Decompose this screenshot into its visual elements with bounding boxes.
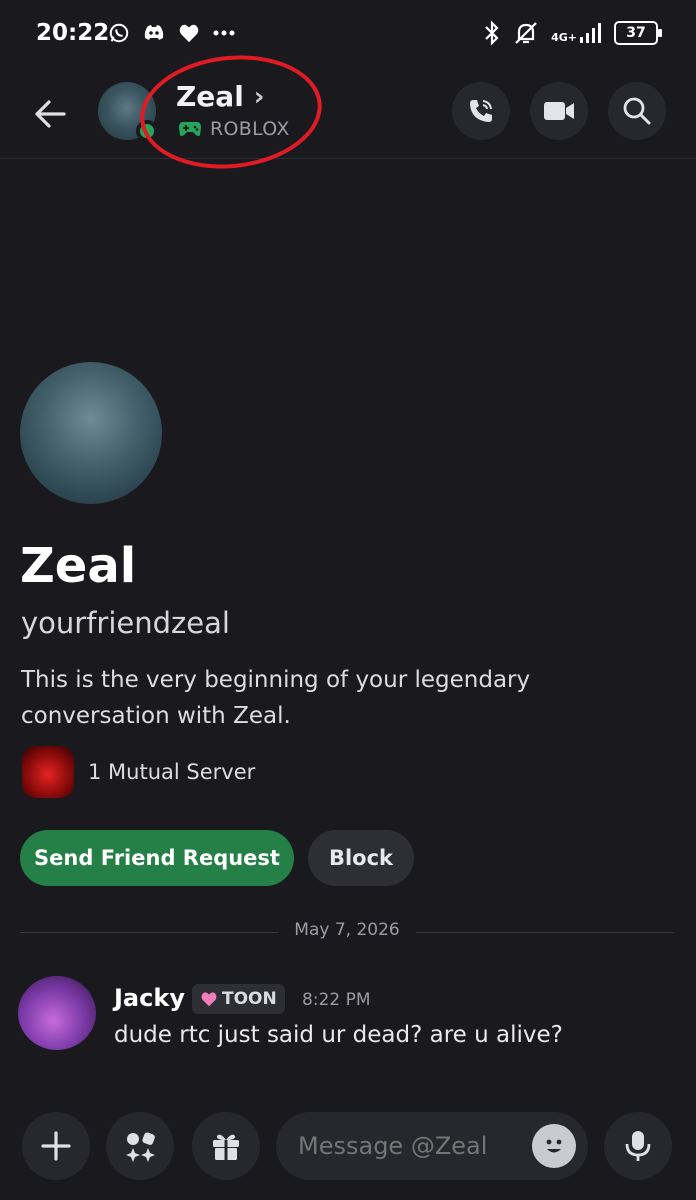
voice-call-button[interactable]	[452, 82, 510, 140]
send-friend-request-button[interactable]: Send Friend Request	[20, 830, 294, 886]
conversation-start-text: This is the very beginning of your legen…	[21, 667, 531, 729]
phone-call-icon	[470, 100, 492, 122]
message-timestamp: 8:22 PM	[302, 990, 371, 1010]
network-indicator: 4G+	[551, 23, 602, 43]
mutual-servers-label: 1 Mutual Server	[88, 760, 256, 784]
date-divider-label: May 7, 2026	[294, 920, 400, 940]
plus-icon	[41, 1131, 71, 1161]
emoji-button[interactable]	[532, 1124, 576, 1168]
profile-username: yourfriendzeal	[21, 606, 230, 640]
date-divider-line-left	[20, 932, 278, 933]
chat-header: Zeal › ROBLOX	[0, 70, 696, 159]
add-attachment-button[interactable]	[22, 1112, 90, 1180]
video-call-button[interactable]	[530, 82, 588, 140]
search-icon	[623, 97, 651, 125]
notification-icons	[108, 22, 236, 44]
profile-avatar[interactable]	[20, 362, 162, 504]
heart-badge-icon	[201, 992, 217, 1007]
video-camera-icon	[544, 102, 574, 120]
block-button[interactable]: Block	[308, 830, 414, 886]
discord-icon	[144, 25, 164, 40]
mutual-servers-link[interactable]: 1 Mutual Server	[22, 746, 255, 798]
guild-tag-badge[interactable]: TOON	[192, 984, 285, 1014]
message-author[interactable]: Jacky	[114, 984, 185, 1012]
arrow-left-icon	[35, 100, 66, 128]
heart-icon	[179, 24, 199, 43]
system-icons: 4G+ 37	[483, 20, 662, 46]
profile-display-name: Zeal	[20, 538, 137, 594]
status-bar: 20:22 4G+ 37	[0, 0, 696, 70]
muted-bell-icon	[515, 22, 537, 44]
date-divider-line-right	[416, 932, 674, 933]
microphone-icon	[625, 1131, 651, 1161]
more-dots-icon	[213, 30, 235, 36]
guild-tag-label: TOON	[222, 989, 277, 1009]
network-label: 4G+	[551, 31, 577, 44]
apps-button[interactable]	[106, 1112, 174, 1180]
message-author-avatar[interactable]	[18, 976, 96, 1050]
gift-button[interactable]	[192, 1112, 260, 1180]
status-time: 20:22	[36, 20, 110, 46]
back-button[interactable]	[26, 90, 74, 138]
search-button[interactable]	[608, 82, 666, 140]
voice-message-button[interactable]	[604, 1112, 672, 1180]
gift-icon	[213, 1134, 239, 1160]
battery-level: 37	[626, 25, 646, 41]
server-icon	[22, 746, 74, 798]
message-content[interactable]: dude rtc just said ur dead? are u alive?	[114, 1022, 563, 1048]
whatsapp-icon	[109, 23, 129, 43]
apps-sparkle-icon	[126, 1132, 155, 1162]
battery-icon: 37	[614, 21, 662, 45]
signal-icon	[580, 23, 601, 43]
bluetooth-icon	[485, 20, 499, 46]
emoji-face-icon	[546, 1139, 562, 1153]
